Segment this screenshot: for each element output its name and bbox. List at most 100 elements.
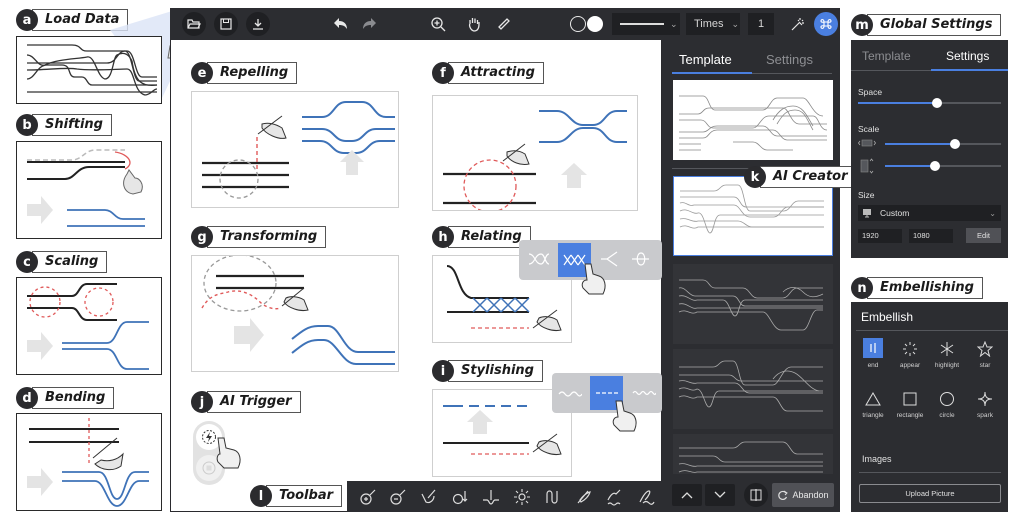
callout-stylishing: i Stylishing bbox=[432, 360, 543, 382]
appear-pen-icon[interactable] bbox=[513, 488, 531, 506]
embellish-item-highlight[interactable]: highlight bbox=[929, 340, 965, 369]
ai-suggestion-thumbnail-selected[interactable] bbox=[673, 176, 833, 256]
ai-suggestion-thumbnail[interactable] bbox=[673, 434, 833, 474]
edit-size-button[interactable]: Edit bbox=[966, 228, 1001, 243]
ai-suggestion-thumbnail[interactable] bbox=[673, 349, 833, 429]
rectangle-icon bbox=[901, 390, 919, 408]
tab-template[interactable]: Template bbox=[679, 52, 732, 67]
embellish-item-label: star bbox=[979, 362, 991, 369]
chevron-down-icon: ⌄ bbox=[731, 18, 740, 29]
hand-cursor-icon bbox=[581, 263, 606, 295]
arrow-right-icon bbox=[27, 332, 53, 360]
repelling-illustration bbox=[191, 91, 399, 208]
tab-template[interactable]: Template bbox=[862, 49, 911, 63]
callout-badge: m bbox=[851, 14, 873, 36]
compare-button[interactable] bbox=[744, 483, 768, 507]
tab-settings[interactable]: Settings bbox=[766, 52, 813, 67]
embellish-item-star[interactable]: star bbox=[967, 340, 1003, 369]
size-preset-value: Custom bbox=[880, 208, 910, 218]
bend-pen-icon[interactable] bbox=[482, 488, 500, 506]
open-file-button[interactable] bbox=[182, 12, 206, 36]
transform-pen-icon[interactable] bbox=[420, 488, 438, 506]
style-option-zigzag-icon[interactable] bbox=[632, 389, 656, 397]
ai-suggestion-thumbnail[interactable] bbox=[673, 264, 833, 344]
redo-button[interactable] bbox=[360, 14, 380, 34]
embellish-item-triangle[interactable]: triangle bbox=[855, 390, 891, 419]
command-icon bbox=[820, 19, 832, 29]
triangle-icon bbox=[864, 390, 882, 408]
wave-pen-icon[interactable] bbox=[606, 488, 624, 506]
ruler-button[interactable] bbox=[494, 14, 514, 34]
download-button[interactable] bbox=[246, 12, 270, 36]
ai-mode-toggle[interactable] bbox=[814, 12, 838, 36]
slider-knob[interactable] bbox=[931, 98, 942, 108]
abandon-label: Abandon bbox=[792, 490, 829, 500]
canvas-width-input[interactable]: 1920 bbox=[858, 229, 902, 243]
style-pen-icon[interactable] bbox=[575, 488, 593, 506]
abandon-button[interactable]: Abandon bbox=[772, 483, 834, 507]
callout-label: Attracting bbox=[448, 62, 544, 84]
tab-settings[interactable]: Settings bbox=[946, 49, 989, 63]
canvas-size-select[interactable]: Custom ⌄ bbox=[858, 205, 1001, 221]
stroke-color-swatch[interactable] bbox=[570, 16, 586, 32]
callout-label: Embellishing bbox=[867, 277, 983, 299]
pan-tool-button[interactable] bbox=[464, 14, 484, 34]
embellish-item-spark[interactable]: spark bbox=[967, 390, 1003, 419]
suggestion-preview-4 bbox=[678, 441, 823, 473]
font-select[interactable]: Times ⌄ bbox=[686, 13, 740, 35]
previous-suggestion-button[interactable] bbox=[672, 484, 702, 506]
global-settings-panel: Template Settings Space Scale Size Custo… bbox=[851, 40, 1008, 258]
space-slider[interactable] bbox=[858, 98, 1001, 108]
embellish-item-label: end bbox=[867, 362, 879, 369]
font-value: Times bbox=[694, 18, 724, 30]
line-style-select[interactable]: ⌄ bbox=[612, 13, 680, 35]
size-label: Size bbox=[858, 190, 875, 200]
callout-badge: c bbox=[16, 251, 38, 273]
callout-label: AI Creator bbox=[760, 166, 857, 188]
slider-knob[interactable] bbox=[949, 139, 960, 149]
embellish-item-circle[interactable]: circle bbox=[929, 390, 965, 419]
arrow-up-icon bbox=[561, 163, 587, 188]
repel-pen-icon[interactable] bbox=[359, 488, 377, 506]
relate-pen-icon[interactable] bbox=[544, 488, 562, 506]
ai-wand-button[interactable] bbox=[788, 14, 808, 34]
embellish-item-rectangle[interactable]: rectangle bbox=[892, 390, 928, 419]
style-option-wavy-icon[interactable] bbox=[558, 389, 582, 397]
vertical-scale-slider[interactable] bbox=[885, 161, 1001, 171]
zoom-in-button[interactable] bbox=[428, 14, 448, 34]
undo-icon bbox=[334, 18, 347, 29]
callout-transforming: g Transforming bbox=[191, 226, 327, 248]
template-thumbnail[interactable] bbox=[673, 80, 833, 160]
callout-repelling: e Repelling bbox=[191, 62, 298, 84]
load-data-illustration bbox=[16, 36, 162, 104]
callout-relating: h Relating bbox=[432, 226, 531, 248]
save-button[interactable] bbox=[214, 12, 238, 36]
size-input[interactable]: 1 bbox=[748, 13, 774, 35]
pen-hand-icon bbox=[532, 433, 562, 455]
space-label: Space bbox=[858, 87, 883, 97]
arrow-right-icon bbox=[234, 318, 264, 352]
scale-pen-icon[interactable] bbox=[451, 488, 469, 506]
slider-knob[interactable] bbox=[929, 161, 940, 171]
freehand-pen-icon[interactable] bbox=[637, 488, 655, 506]
relation-option-loose-icon[interactable] bbox=[527, 252, 549, 266]
upload-picture-button[interactable]: Upload Picture bbox=[859, 484, 1001, 503]
relation-option-knot-icon[interactable] bbox=[631, 250, 651, 268]
embellish-item-end[interactable]: end bbox=[855, 338, 891, 369]
horizontal-scale-slider[interactable] bbox=[885, 139, 1001, 149]
callout-badge: e bbox=[191, 62, 213, 84]
callout-toolbar: l Toolbar bbox=[250, 485, 342, 507]
solid-line-preview bbox=[620, 23, 664, 25]
fill-color-swatch[interactable] bbox=[587, 16, 603, 32]
redo-icon bbox=[363, 18, 376, 29]
template-storyline-preview bbox=[679, 95, 828, 151]
pen-hand-icon bbox=[502, 143, 530, 165]
attract-pen-icon[interactable] bbox=[389, 488, 407, 506]
callout-badge: h bbox=[432, 226, 454, 248]
undo-button[interactable] bbox=[330, 14, 350, 34]
callout-embellishing: n Embellishing bbox=[851, 277, 983, 299]
canvas-height-input[interactable]: 1080 bbox=[909, 229, 953, 243]
embellish-item-appear[interactable]: appear bbox=[892, 340, 928, 369]
callout-shifting: b Shifting bbox=[16, 114, 112, 136]
next-suggestion-button[interactable] bbox=[705, 484, 735, 506]
